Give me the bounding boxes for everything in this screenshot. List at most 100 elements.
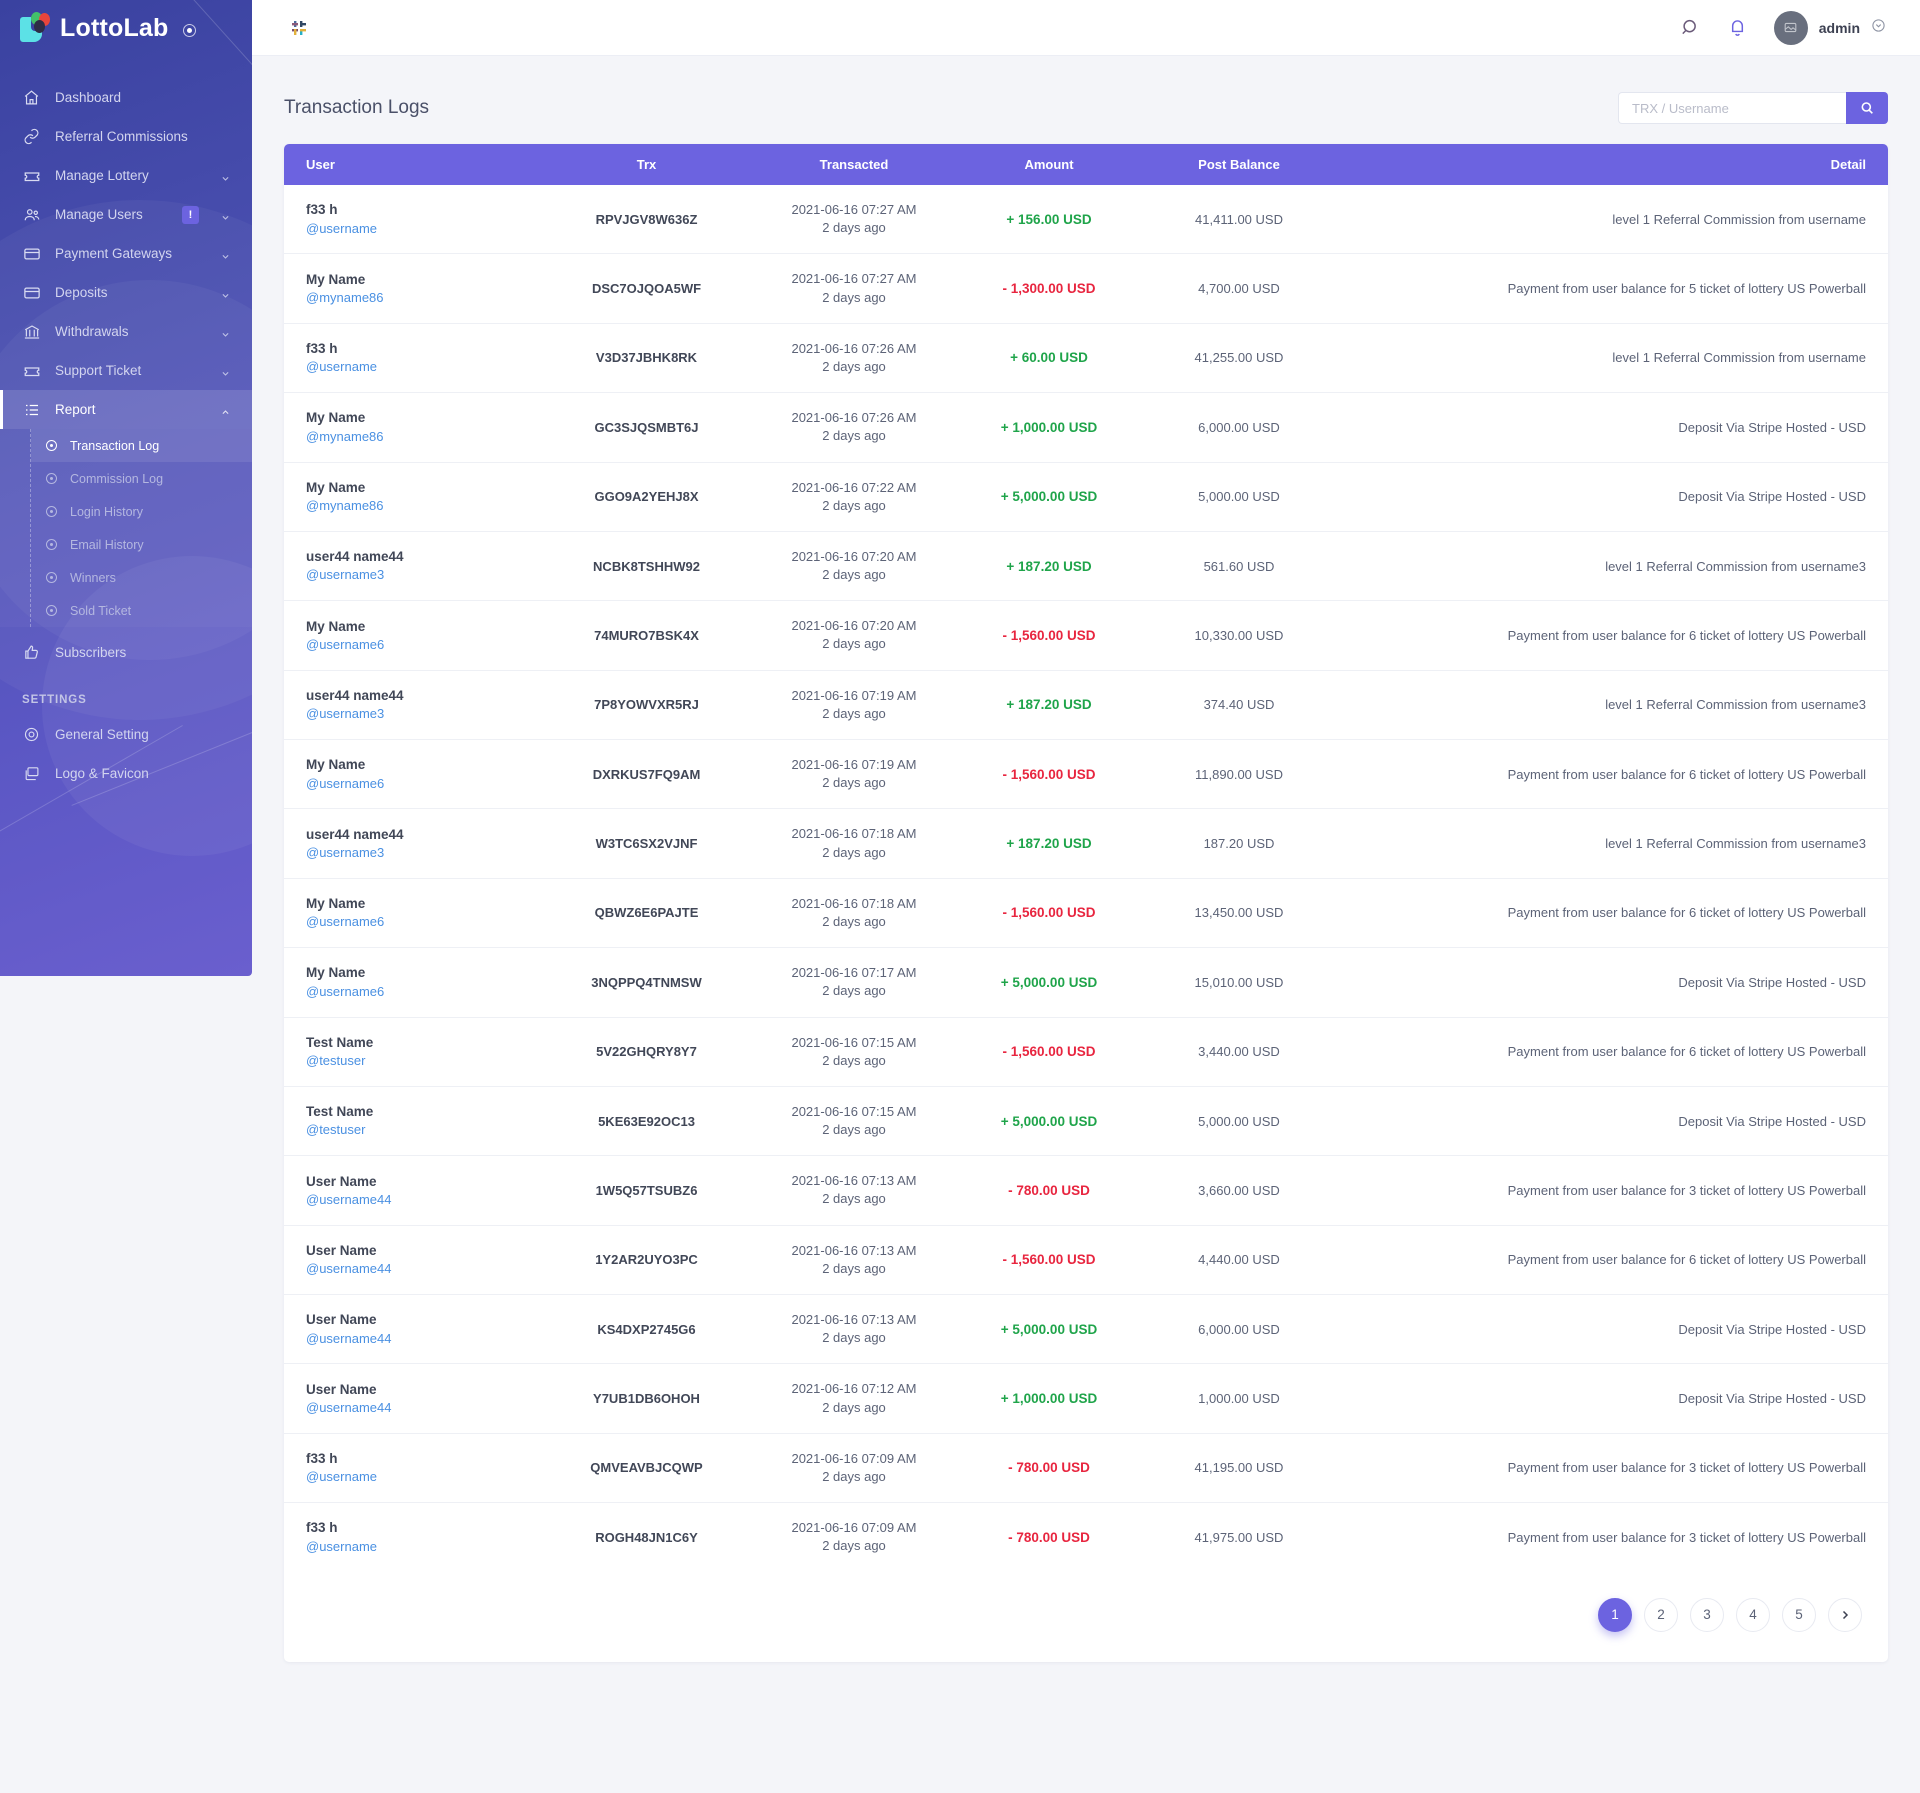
user-handle-link[interactable]: @username3 (306, 705, 539, 723)
users-icon (22, 205, 41, 224)
user-handle-link[interactable]: @username6 (306, 913, 539, 931)
user-handle-link[interactable]: @username3 (306, 844, 539, 862)
sidebar-item-manage-lottery[interactable]: Manage Lottery (0, 156, 252, 195)
cell-detail: Payment from user balance for 6 ticket o… (1334, 878, 1888, 949)
user-handle-link[interactable]: @username44 (306, 1399, 539, 1417)
user-handle-link[interactable]: @myname86 (306, 289, 539, 307)
cell-transacted: 2021-06-16 07:26 AM 2 days ago (754, 323, 954, 394)
cell-transacted: 2021-06-16 07:19 AM 2 days ago (754, 670, 954, 741)
cell-user: user44 name44 @username3 (284, 808, 539, 879)
cell-user: f33 h @username (284, 323, 539, 394)
user-fullname: My Name (306, 618, 366, 634)
bullet-icon (46, 572, 57, 583)
user-handle-link[interactable]: @username6 (306, 983, 539, 1001)
user-handle-link[interactable]: @username6 (306, 775, 539, 793)
user-handle-link[interactable]: @testuser (306, 1052, 539, 1070)
user-fullname: My Name (306, 479, 366, 495)
cell-user: My Name @username6 (284, 739, 539, 810)
sidebar-item-withdrawals[interactable]: Withdrawals (0, 312, 252, 351)
table-row: Test Name @testuser 5V22GHQRY8Y7 2021-06-16… (284, 1017, 1888, 1087)
user-handle-link[interactable]: @username44 (306, 1191, 539, 1209)
bank-icon (22, 322, 41, 341)
cell-trx: 5KE63E92OC13 (539, 1086, 754, 1157)
user-handle-link[interactable]: @username44 (306, 1330, 539, 1348)
cell-transacted: 2021-06-16 07:17 AM 2 days ago (754, 947, 954, 1018)
pagination-page-1[interactable]: 1 (1598, 1597, 1632, 1632)
cell-user: f33 h @username (284, 1433, 539, 1504)
sidebar-item-payment-gateways[interactable]: Payment Gateways (0, 234, 252, 273)
sidebar-subitem-transaction-log[interactable]: Transaction Log (31, 429, 252, 462)
sidebar-item-deposits[interactable]: Deposits (0, 273, 252, 312)
pagination-page-5[interactable]: 5 (1782, 1597, 1816, 1632)
search-input[interactable] (1618, 92, 1846, 124)
cell-transacted: 2021-06-16 07:20 AM 2 days ago (754, 531, 954, 602)
user-handle-link[interactable]: @username (306, 220, 539, 238)
sidebar-item-dashboard[interactable]: Dashboard (0, 78, 252, 117)
column-header-detail: Detail (1334, 144, 1888, 185)
cell-detail: Deposit Via Stripe Hosted - USD (1334, 1294, 1888, 1365)
user-fullname: f33 h (306, 341, 338, 357)
bell-icon[interactable] (1727, 17, 1748, 38)
cell-user: User Name @username44 (284, 1225, 539, 1296)
sidebar-subitem-sold-ticket[interactable]: Sold Ticket (31, 594, 252, 627)
bullet-icon (46, 473, 57, 484)
transaction-table: User Trx Transacted Amount Post Balance … (284, 144, 1888, 1572)
cell-trx: 3NQPPQ4TNMSW (539, 947, 754, 1018)
user-fullname: My Name (306, 410, 366, 426)
cell-amount: - 1,560.00 USD (954, 878, 1144, 949)
sidebar-item-support-ticket[interactable]: Support Ticket (0, 351, 252, 390)
transacted-relative: 2 days ago (822, 1052, 886, 1068)
user-fullname: Test Name (306, 1034, 374, 1050)
search-submit-button[interactable] (1846, 92, 1888, 124)
user-handle-link[interactable]: @username (306, 358, 539, 376)
brand-badge-icon (182, 23, 196, 37)
user-menu[interactable]: admin (1773, 10, 1886, 45)
sidebar-subitem-winners[interactable]: Winners (31, 561, 252, 594)
table-row: User Name @username44 1W5Q57TSUBZ6 2021-06-… (284, 1155, 1888, 1226)
user-handle-link[interactable]: @username44 (306, 1260, 539, 1278)
cell-amount: - 780.00 USD (954, 1433, 1144, 1504)
user-handle-link[interactable]: @myname86 (306, 497, 539, 515)
cell-detail: Deposit Via Stripe Hosted - USD (1334, 947, 1888, 1018)
cell-trx: ROGH48JN1C6Y (595, 1529, 698, 1545)
table-row: My Name @username6 3NQPPQ4TNMSW 2021-06-16 … (284, 947, 1888, 1018)
sidebar-item-manage-users[interactable]: Manage Users ! (0, 195, 252, 234)
pagination-page-2[interactable]: 2 (1644, 1597, 1678, 1632)
cell-transacted: 2021-06-16 07:26 AM 2 days ago (754, 392, 954, 463)
pagination-page-4[interactable]: 4 (1736, 1597, 1770, 1632)
collapse-sidebar-icon[interactable] (286, 15, 312, 41)
cell-post-balance: 41,975.00 USD (1194, 1529, 1284, 1545)
cell-amount: + 60.00 USD (954, 323, 1144, 394)
table-row: f33 h @username RPVJGV8W636Z 2021-06-16 07:… (284, 185, 1888, 255)
sidebar-subitem-commission-log[interactable]: Commission Log (31, 462, 252, 495)
sidebar-item-logo-favicon[interactable]: Logo & Favicon (0, 754, 252, 793)
search-icon[interactable] (1680, 17, 1701, 38)
column-header-transacted: Transacted (754, 144, 954, 185)
cell-post-balance: 15,010.00 USD (1144, 947, 1334, 1018)
sidebar-item-referral-commissions[interactable]: Referral Commissions (0, 117, 252, 156)
user-handle-link[interactable]: @username3 (306, 566, 539, 584)
user-handle-link[interactable]: @myname86 (306, 428, 539, 446)
cell-trx: 7P8YOWVXR5RJ (539, 670, 754, 741)
cell-detail: Deposit Via Stripe Hosted - USD (1334, 1363, 1888, 1434)
cell-post-balance: 4,440.00 USD (1144, 1225, 1334, 1296)
sidebar-item-general-setting[interactable]: General Setting (0, 715, 252, 754)
transacted-datetime: 2021-06-16 07:20 AM (791, 548, 917, 564)
chevron-down-icon (221, 249, 230, 259)
cell-post-balance: 10,330.00 USD (1144, 600, 1334, 671)
table-row: Test Name @testuser 5KE63E92OC13 2021-06-16… (284, 1086, 1888, 1157)
cell-detail: Deposit Via Stripe Hosted - USD (1334, 1086, 1888, 1157)
user-handle-link[interactable]: @username6 (306, 636, 539, 654)
user-handle-link[interactable]: @testuser (306, 1121, 539, 1139)
sidebar-item-subscribers[interactable]: Subscribers (0, 633, 252, 672)
sidebar-subitem-email-history[interactable]: Email History (31, 528, 252, 561)
sidebar: LottoLab Dashboard Referral Commissions … (0, 0, 252, 976)
user-handle-link[interactable]: @username (306, 1538, 539, 1556)
user-handle-link[interactable]: @username (306, 1468, 539, 1486)
sidebar-item-report[interactable]: Report (0, 390, 252, 429)
brand-logo-block[interactable]: LottoLab (0, 0, 252, 56)
pagination-page-3[interactable]: 3 (1690, 1597, 1724, 1632)
pagination-next-button[interactable] (1828, 1597, 1862, 1632)
cell-post-balance: 41,195.00 USD (1144, 1433, 1334, 1504)
sidebar-subitem-login-history[interactable]: Login History (31, 495, 252, 528)
